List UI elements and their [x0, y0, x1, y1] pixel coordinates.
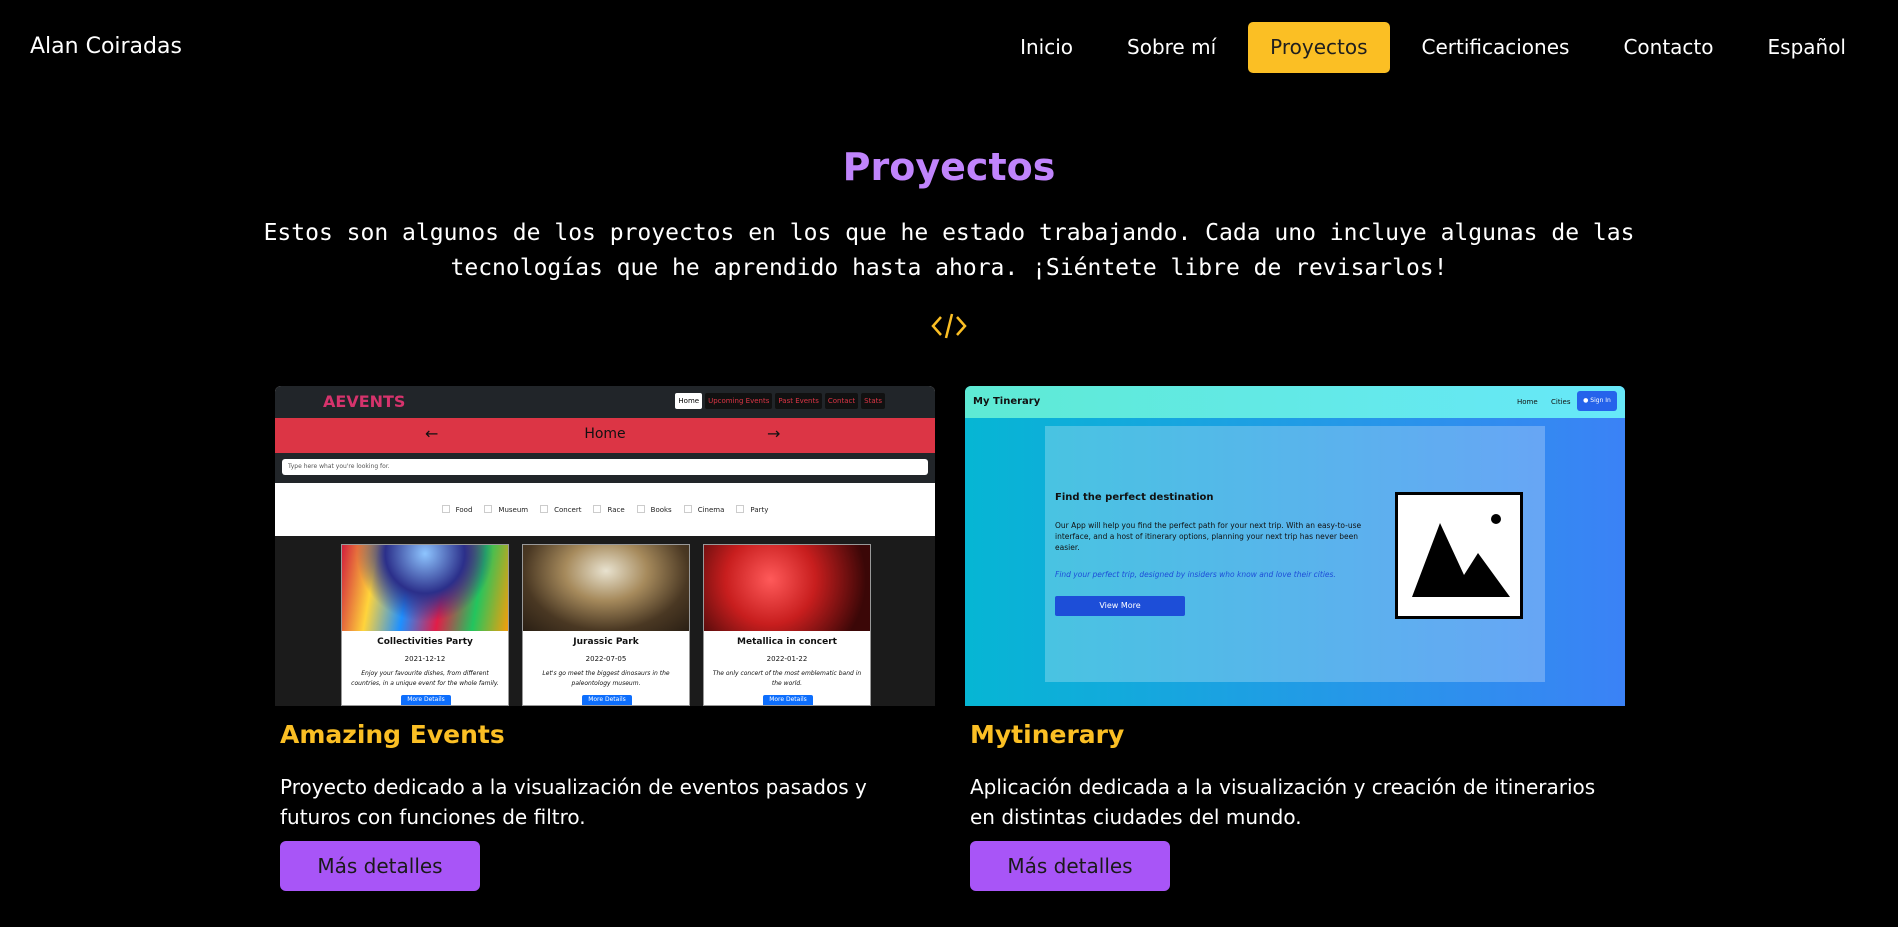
preview-nav-link: Stats — [861, 393, 885, 409]
preview-logo: AEVENTS — [323, 392, 406, 411]
project-screenshot[interactable]: My Tinerary Home Cities ● Sign In Find t… — [965, 386, 1625, 706]
arrow-right-icon: → — [767, 424, 781, 443]
nav-sobre-mi[interactable]: Sobre mí — [1105, 22, 1238, 73]
event-description: The only concert of the most emblematic … — [712, 670, 862, 687]
section-title: Proyectos — [842, 145, 1056, 189]
project-details-button[interactable]: Más detalles — [970, 841, 1170, 891]
preview-category: Race — [593, 505, 624, 514]
event-title: Collectivities Party — [377, 637, 473, 647]
preview-category: Food — [442, 505, 473, 514]
language-selector[interactable]: Español — [1746, 22, 1868, 73]
preview-search-input: Type here what you're looking for. — [282, 459, 928, 475]
preview-nav-link: Home — [1517, 398, 1538, 406]
event-image — [704, 545, 870, 631]
preview-nav-link: Contact — [824, 393, 859, 409]
event-details-button: More Details — [763, 695, 813, 705]
event-title: Metallica in concert — [737, 637, 837, 647]
preview-search-bar: Type here what you're looking for. — [275, 453, 935, 483]
preview-signin-button: ● Sign In — [1577, 391, 1617, 411]
preview-navbar: AEVENTS Home Upcoming Events Past Events… — [275, 386, 935, 418]
project-title: Amazing Events — [280, 720, 505, 749]
project-card-mytinerary: My Tinerary Home Cities ● Sign In Find t… — [965, 386, 1625, 891]
preview-nav-link: Cities — [1551, 398, 1571, 406]
project-details-button[interactable]: Más detalles — [280, 841, 480, 891]
event-details-button: More Details — [582, 695, 632, 705]
event-date: 2022-01-22 — [766, 655, 808, 663]
preview-hero: ← Home → — [275, 418, 935, 453]
preview-navbar: My Tinerary Home Cities ● Sign In — [965, 386, 1625, 418]
event-date: 2021-12-12 — [404, 655, 446, 663]
preview-signin-label: Sign In — [1590, 397, 1611, 404]
image-placeholder-icon — [1395, 492, 1523, 619]
event-title: Jurassic Park — [573, 637, 639, 647]
preview-nav-link: Past Events — [775, 393, 822, 409]
event-image — [523, 545, 689, 631]
preview-nav-link: Upcoming Events — [705, 393, 773, 409]
preview-categories: Food Museum Concert Race Books Cinema Pa… — [275, 483, 935, 536]
preview-category: Concert — [540, 505, 581, 514]
preview-tagline: Find your perfect trip, designed by insi… — [1055, 570, 1336, 579]
preview-category: Books — [637, 505, 672, 514]
nav-proyectos[interactable]: Proyectos — [1248, 22, 1390, 73]
user-icon: ● — [1583, 397, 1589, 404]
project-card-amazing-events: AEVENTS Home Upcoming Events Past Events… — [275, 386, 935, 891]
main-nav: Inicio Sobre mí Proyectos Certificacione… — [988, 22, 1868, 73]
preview-text: Our App will help you find the perfect p… — [1055, 521, 1362, 552]
preview-brand: My Tinerary — [973, 396, 1041, 407]
event-image — [342, 545, 508, 631]
preview-heading: Find the perfect destination — [1055, 492, 1214, 503]
project-title: Mytinerary — [970, 720, 1125, 749]
preview-category: Cinema — [684, 505, 725, 514]
preview-event-card: Jurassic Park 2022-07-05 Let's go meet t… — [522, 544, 690, 706]
site-brand[interactable]: Alan Coiradas — [30, 34, 182, 59]
preview-category: Party — [736, 505, 768, 514]
preview-event-card: Metallica in concert 2022-01-22 The only… — [703, 544, 871, 706]
project-screenshot[interactable]: AEVENTS Home Upcoming Events Past Events… — [275, 386, 935, 706]
project-description: Proyecto dedicado a la visualización de … — [280, 775, 867, 829]
preview-event-card: Collectivities Party 2021-12-12 Enjoy yo… — [341, 544, 509, 706]
preview-nav-link: Home — [675, 393, 703, 409]
preview-heading: Home — [584, 426, 626, 442]
event-description: Enjoy your favourite dishes, from differ… — [351, 670, 499, 687]
code-icon — [931, 313, 967, 339]
project-description: Aplicación dedicada a la visualización y… — [970, 775, 1596, 829]
preview-category: Museum — [484, 505, 528, 514]
event-description: Let's go meet the biggest dinosaurs in t… — [542, 670, 670, 687]
event-details-button: More Details — [401, 695, 451, 705]
nav-certificaciones[interactable]: Certificaciones — [1400, 22, 1592, 73]
event-date: 2022-07-05 — [585, 655, 627, 663]
preview-view-more-button: View More — [1055, 596, 1185, 616]
nav-contacto[interactable]: Contacto — [1601, 22, 1735, 73]
nav-inicio[interactable]: Inicio — [998, 22, 1095, 73]
section-intro: Estos son algunos de los proyectos en lo… — [263, 220, 1635, 281]
